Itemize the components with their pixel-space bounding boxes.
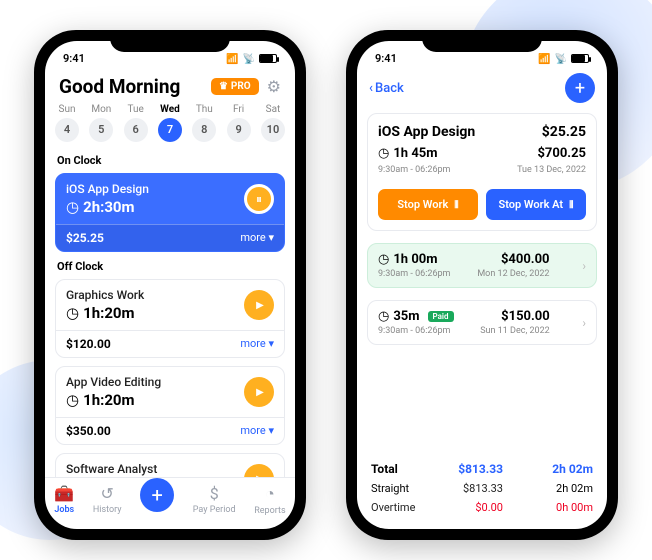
history-icon: ↺ <box>100 484 113 503</box>
active-job-title: iOS App Design <box>66 182 149 196</box>
day-wed[interactable]: Wed7 <box>158 104 182 142</box>
clock-icon <box>66 304 79 322</box>
day-tue[interactable]: Tue6 <box>124 104 148 142</box>
battery-icon <box>571 54 589 63</box>
job-detail-card: iOS App Design $25.25 1h 45m $700.25 9:3… <box>367 113 597 231</box>
wifi-icon <box>243 52 255 65</box>
tab-reports[interactable]: ◔Reports <box>254 484 285 516</box>
pause-icon <box>454 198 458 211</box>
play-button[interactable] <box>244 464 274 477</box>
stop-work-at-button[interactable]: Stop Work At <box>486 189 586 220</box>
phone-right: 9:41 ‹ Back + iOS App Design $25.25 1h 4… <box>346 30 618 540</box>
signal-icon <box>226 52 238 65</box>
day-sat[interactable]: Sat10 <box>261 104 285 142</box>
add-fab[interactable]: + <box>140 478 174 512</box>
job-rate: $25.25 <box>542 124 586 140</box>
clock-icon <box>378 309 389 324</box>
off-clock-label: Off Clock <box>57 260 283 273</box>
phone-left: 9:41 Good Morning ♛ PRO ⚙ Sun4 Mon5 Tue6… <box>34 30 306 540</box>
active-job-card[interactable]: iOS App Design 2h:30m $25.25 more ▾ <box>55 173 285 252</box>
greeting-title: Good Morning <box>59 75 180 98</box>
tab-bar: 🧰Jobs ↺History + $Pay Period ◔Reports <box>45 477 295 529</box>
day-thu[interactable]: Thu8 <box>192 104 216 142</box>
summary: Total $813.33 2h 02m Straight $813.33 2h… <box>367 449 597 517</box>
chevron-right-icon: › <box>582 316 586 330</box>
status-time: 9:41 <box>63 52 85 65</box>
gear-icon[interactable]: ⚙ <box>267 77 281 96</box>
clock-icon <box>66 198 79 216</box>
stop-work-button[interactable]: Stop Work <box>378 189 478 220</box>
on-clock-label: On Clock <box>57 154 283 167</box>
active-amount: $25.25 <box>66 231 104 245</box>
tab-pay[interactable]: $Pay Period <box>193 484 236 515</box>
week-strip: Sun4 Mon5 Tue6 Wed7 Thu8 Fri9 Sat10 <box>45 102 295 150</box>
paid-badge: Paid <box>428 311 454 322</box>
status-time: 9:41 <box>375 52 397 65</box>
chart-icon: ◔ <box>265 484 275 504</box>
chevron-right-icon: › <box>582 259 586 273</box>
day-mon[interactable]: Mon5 <box>89 104 113 142</box>
pause-icon <box>569 198 573 211</box>
job-card[interactable]: Graphics Work 1h:20m $120.00 more ▾ <box>55 279 285 358</box>
time-entry[interactable]: 35mPaid 9:30am - 06:26pm $150.00 Sun 11 … <box>367 300 597 345</box>
play-button[interactable] <box>244 290 274 320</box>
briefcase-icon: 🧰 <box>54 484 74 503</box>
signal-icon <box>538 52 550 65</box>
add-button[interactable]: + <box>565 73 595 103</box>
tab-history[interactable]: ↺History <box>93 484 122 515</box>
time-entry[interactable]: 1h 00m 9:30am - 06:26pm $400.00 Mon 12 D… <box>367 243 597 288</box>
day-sun[interactable]: Sun4 <box>55 104 79 142</box>
tab-jobs[interactable]: 🧰Jobs <box>54 484 74 515</box>
back-button[interactable]: ‹ Back <box>369 81 404 96</box>
clock-icon <box>378 252 389 267</box>
clock-icon <box>66 391 79 409</box>
clock-icon <box>378 146 389 161</box>
battery-icon <box>259 54 277 63</box>
day-fri[interactable]: Fri9 <box>227 104 251 142</box>
job-card[interactable]: App Video Editing 1h:20m $350.00 more ▾ <box>55 366 285 445</box>
pro-badge[interactable]: ♛ PRO <box>211 78 259 95</box>
job-title: iOS App Design <box>378 124 475 140</box>
dollar-icon: $ <box>210 484 219 503</box>
job-card[interactable]: Software Analyst 1h:20m <box>55 453 285 477</box>
active-more[interactable]: more ▾ <box>240 231 274 245</box>
wifi-icon <box>555 52 567 65</box>
current-amount: $700.25 <box>537 146 586 161</box>
play-button[interactable] <box>244 377 274 407</box>
pause-button[interactable] <box>244 184 274 214</box>
